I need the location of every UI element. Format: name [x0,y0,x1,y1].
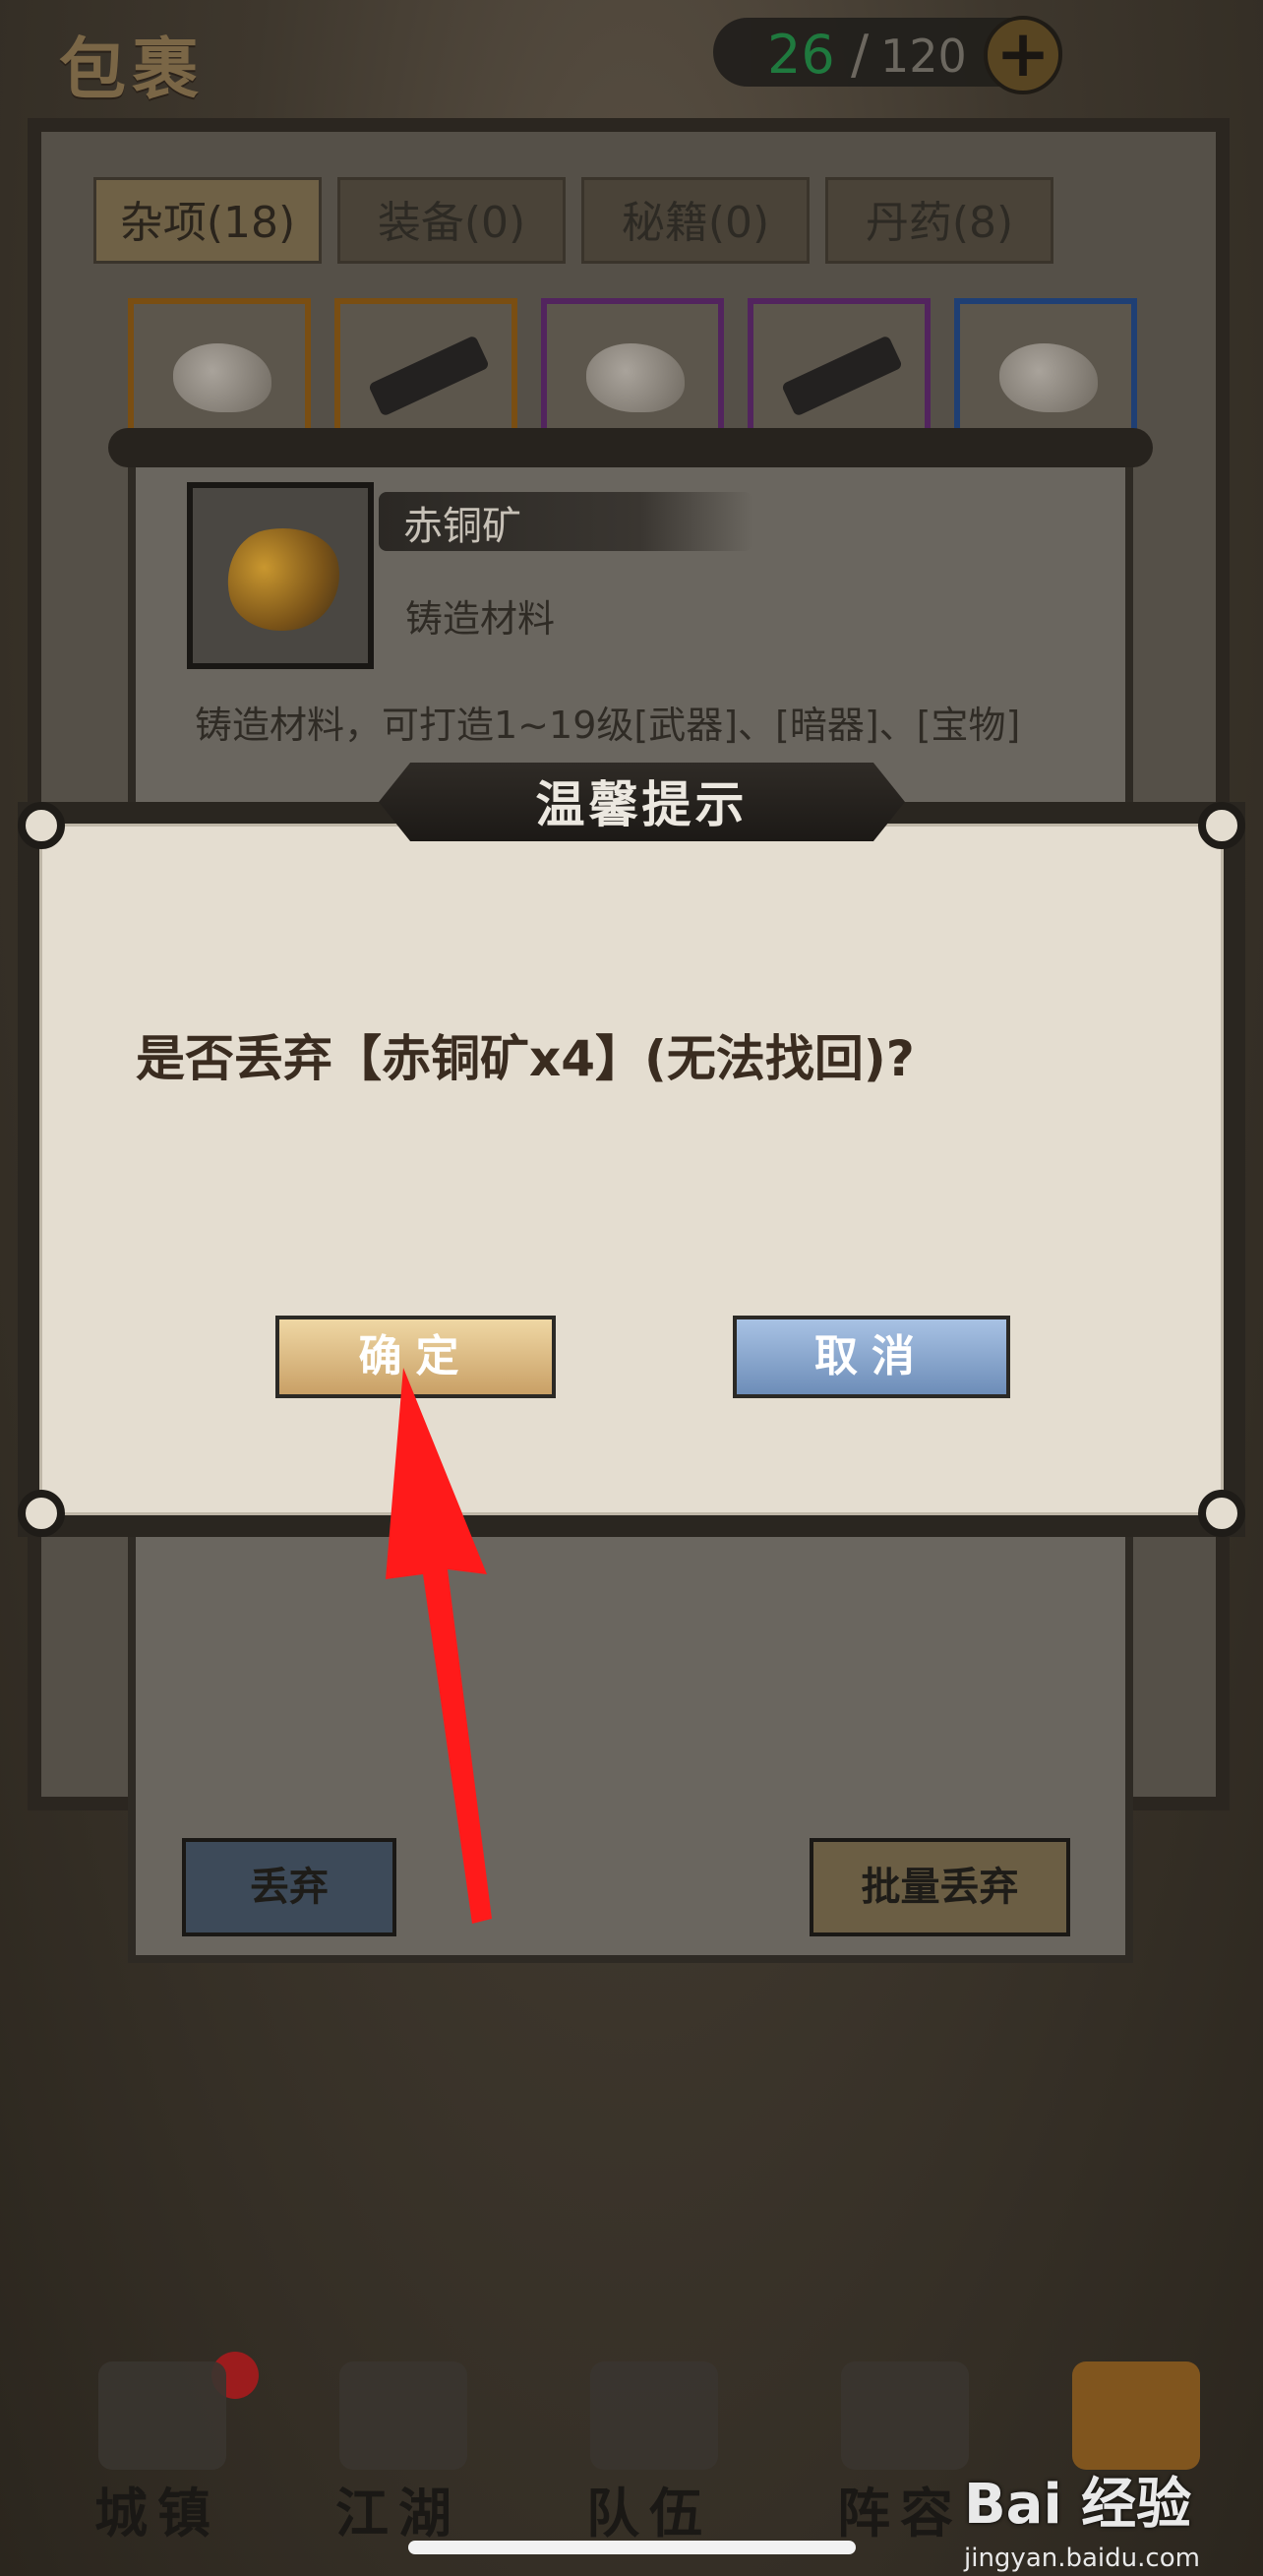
ore-icon [586,343,685,412]
scroll-icon [841,2361,969,2470]
corner-ornament [1198,1490,1245,1537]
corner-ornament [18,1490,65,1537]
tab-pills[interactable]: 丹药(8) [825,177,1053,264]
tab-manuals[interactable]: 秘籍(0) [581,177,810,264]
baidu-logo: Bai 经验 [964,2473,1192,2537]
page-title: 包裹 [59,31,206,109]
item-description: 铸造材料，可打造1~19级[武器]、[暗器]、[宝物] [195,704,1021,747]
copper-ore-icon [217,517,350,642]
corner-ornament [18,802,65,849]
town-icon [98,2361,226,2470]
discard-button[interactable]: 丢弃 [182,1838,396,1936]
straw-hat-icon [590,2361,718,2470]
item-slot[interactable] [334,298,517,436]
nav-label: 城镇 [94,2483,220,2545]
batch-discard-button[interactable]: 批量丢弃 [810,1838,1070,1936]
nav-team[interactable]: 队伍 [551,2342,748,2545]
crossed-swords-icon [339,2361,467,2470]
nav-label: 队伍 [586,2483,712,2545]
ingot-icon [781,335,903,417]
tab-equipment[interactable]: 装备(0) [337,177,566,264]
ore-icon [999,343,1098,412]
header: 包裹 26 / 120 + [0,0,1263,118]
red-arrow-icon [386,1368,492,1924]
nav-label: 江湖 [335,2483,461,2545]
corner-ornament [1198,802,1245,849]
item-slot[interactable] [954,298,1137,436]
home-indicator[interactable] [408,2541,856,2554]
item-type: 铸造材料 [405,597,556,641]
ore-icon [173,343,271,412]
capacity-used: 26 [767,24,835,86]
bag-icon [1072,2361,1200,2470]
plus-icon[interactable]: + [984,16,1062,94]
watermark: Bai 经验 jingyan.baidu.com [964,2460,1259,2573]
nav-town[interactable]: 城镇 [59,2342,256,2545]
dialog-body [39,824,1224,1515]
item-slot[interactable] [748,298,931,436]
ingot-icon [368,335,490,417]
dialog-message: 是否丢弃【赤铜矿x4】(无法找回)? [136,1030,915,1087]
capacity-total: 120 [880,30,967,83]
confirm-dialog [18,802,1245,1537]
item-slot[interactable] [541,298,724,436]
item-name: 赤铜矿 [403,504,521,549]
bag-capacity: 26 / 120 + [713,16,1062,94]
detail-frame [108,428,1153,467]
cancel-button[interactable]: 取消 [733,1316,1010,1398]
watermark-url: jingyan.baidu.com [964,2544,1200,2573]
capacity-separator: / [851,24,870,86]
nav-jianghu[interactable]: 江湖 [300,2342,497,2545]
item-slot[interactable] [128,298,311,436]
tab-misc[interactable]: 杂项(18) [93,177,322,264]
dialog-title: 温馨提示 [535,776,749,833]
item-icon-frame [187,482,374,669]
